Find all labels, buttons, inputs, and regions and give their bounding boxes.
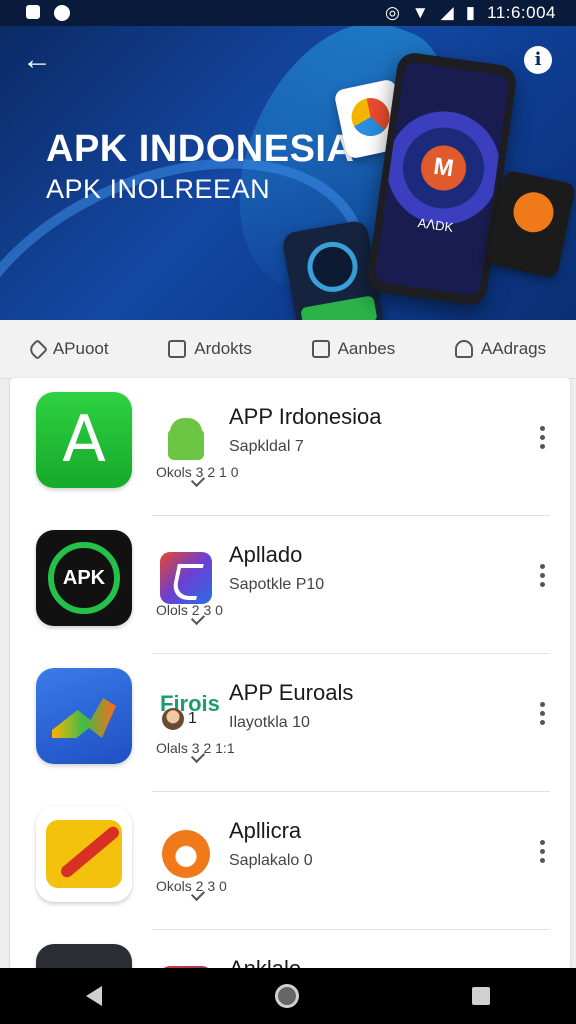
list-item[interactable]: Firois APP Euroals 1 Ilayotkla 10 Olals … [10,654,570,792]
app-name: Apllicra [229,818,302,843]
more-vert-icon[interactable] [540,840,546,866]
avatar [162,708,184,730]
more-vert-icon[interactable] [540,426,546,452]
tab-aadrags[interactable]: AAdrags [454,339,547,359]
gallery-notification-icon [26,5,40,19]
hero-title: APK INDONESIA [46,128,355,170]
hero-subtitle: APK INOLREEAN [46,174,271,204]
battery-icon: ▮ [465,3,476,22]
app-name: APP Irdonesioa [229,404,382,429]
nav-recents-icon[interactable] [471,987,490,1005]
navigation-bar [0,968,576,1024]
hotspot-icon: ◎ [384,3,400,22]
app-subtitle: Ilayotkla 10 [229,714,310,731]
tab-label: AAdrags [480,339,547,358]
more-vert-icon[interactable] [540,564,546,590]
hero-banner: ← i APK INDONESIA APK INOLREEAN M AᐱDK [0,26,576,320]
tab-label: Ardokts [194,339,252,358]
tab-label: APuoot [52,339,109,358]
app-name: APP Euroals [229,680,354,705]
list-item[interactable]: Anklalo [10,930,570,970]
nav-back-icon[interactable] [86,986,103,1006]
people-icon [454,340,473,358]
app-list: A APP Irdonesioa Sapkldal 7 Okols 3 2 1 … [10,378,570,970]
app-logo-icon [160,552,212,604]
list-item[interactable]: Apllicra Saplakalo 0 Okols 2 3 0 [10,792,570,930]
sync-notification-icon [54,5,70,21]
info-icon[interactable]: i [524,46,552,74]
avatar-count: 1 [188,710,197,727]
tab-label: Aanbes [337,339,396,358]
apk-icon: APK [36,530,132,626]
tag-icon [26,338,48,360]
analytics-app-icon [36,668,132,764]
app-meta: Okols 2 3 0 [156,878,227,894]
more-vert-icon[interactable] [540,702,546,728]
category-tabs: APuoot Ardokts Aanbes AAdrags [0,320,576,379]
app-a-icon: A [36,392,132,488]
square-icon [311,340,330,358]
status-bar: ◎ ▼ ◢ ▮ 11:6:004 [0,0,576,26]
status-time: 11:6:004 [487,3,556,22]
wifi-icon: ▼ [411,3,429,22]
list-item[interactable]: A APP Irdonesioa Sapkldal 7 Okols 3 2 1 … [10,378,570,516]
tab-apuoot[interactable]: APuoot [26,338,109,360]
back-arrow-icon[interactable]: ← [22,45,52,76]
app-name: Apllado [229,542,303,567]
app-subtitle: Sapkldal 7 [229,438,304,455]
app-subtitle: Saplakalo 0 [229,852,313,869]
cell-signal-icon: ◢ [440,3,454,22]
edit-icon [168,340,187,358]
nav-home-icon[interactable] [274,984,299,1008]
tab-aanbes[interactable]: Aanbes [311,339,396,359]
app-subtitle: Sapotkle P10 [229,576,325,593]
edit-app-icon [36,806,132,902]
list-item[interactable]: APK Apllado Sapotkle P10 Olols 2 3 0 [10,516,570,654]
tab-ardokts[interactable]: Ardokts [168,339,252,359]
camera-app-icon [36,944,132,970]
bird-logo-icon [160,828,212,880]
android-icon [160,414,212,466]
app-meta: Olols 2 3 0 [156,602,223,618]
